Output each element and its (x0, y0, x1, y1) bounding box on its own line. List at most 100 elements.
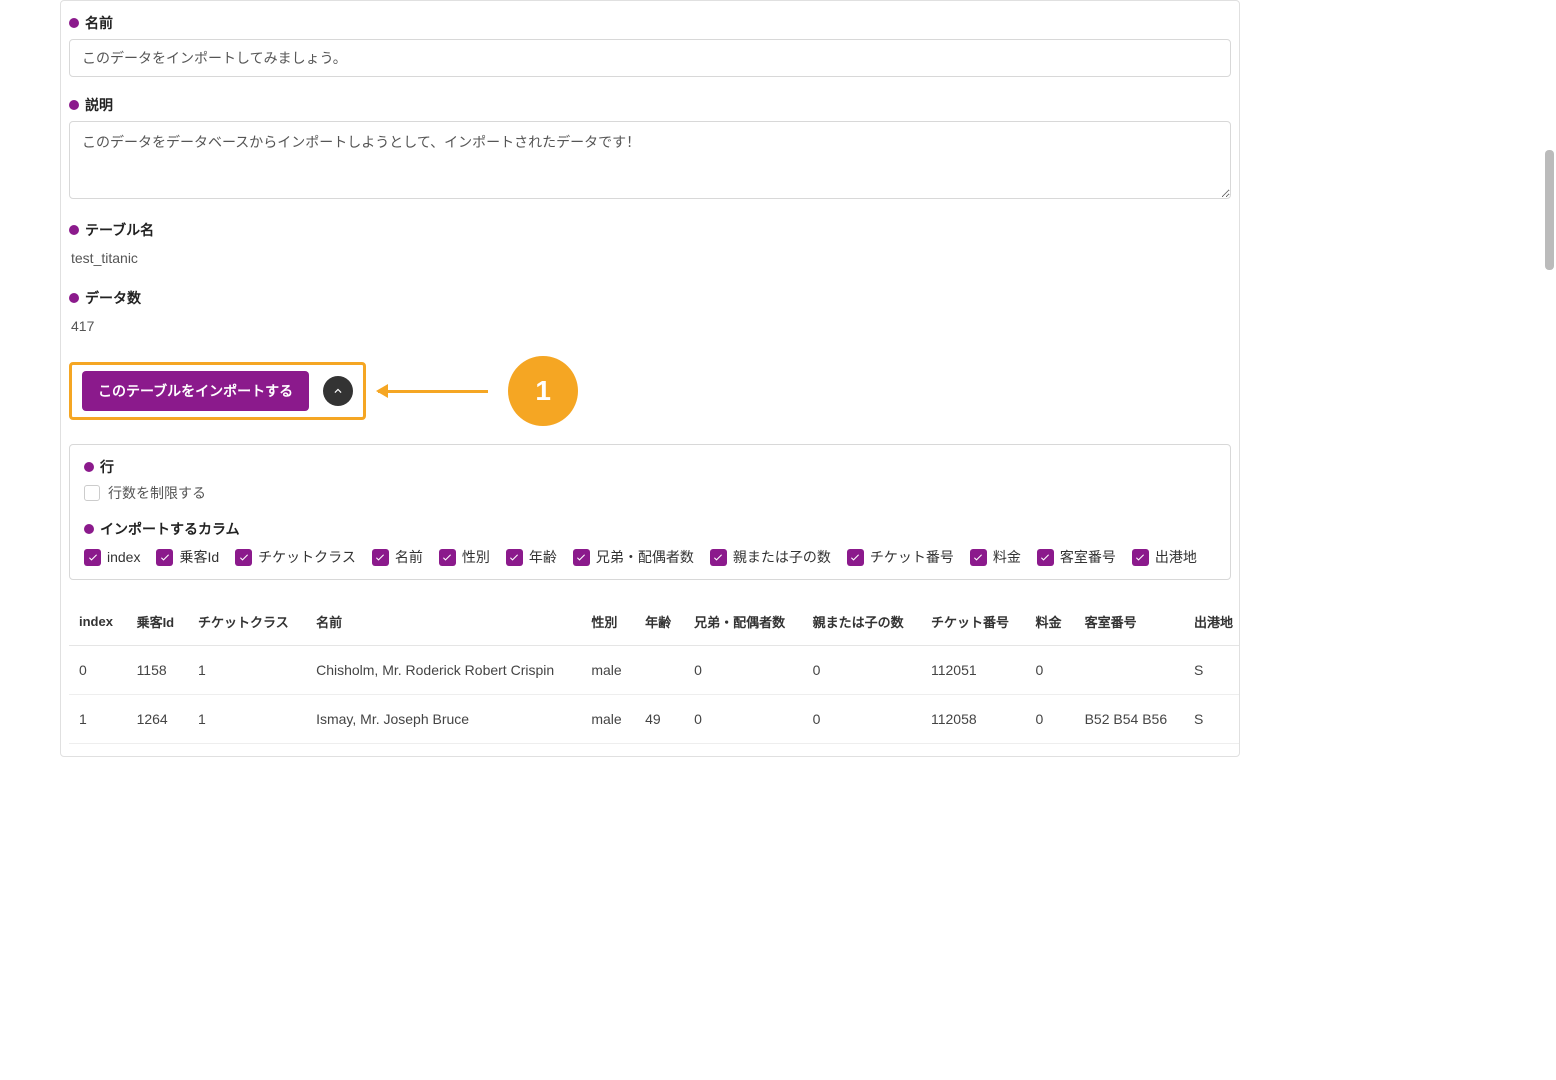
arrow-icon (378, 390, 488, 393)
checkbox-checked-icon (506, 549, 523, 566)
limit-rows-checkbox[interactable] (84, 485, 100, 501)
import-table-button[interactable]: このテーブルをインポートする (82, 371, 309, 411)
columns-label-text: インポートするカラム (100, 519, 240, 539)
annotation-callout: 1 (378, 356, 578, 426)
checkbox-checked-icon (710, 549, 727, 566)
datacount-label-text: データ数 (85, 288, 141, 308)
bullet-icon (69, 18, 79, 28)
column-name: 名前 (395, 547, 423, 567)
table-cell: 0 (803, 695, 921, 744)
table-cell: 1158 (127, 646, 188, 695)
table-cell: 0 (684, 646, 802, 695)
table-cell: 0 (1026, 695, 1075, 744)
table-row: 112641Ismay, Mr. Joseph Brucemale4900112… (69, 695, 1239, 744)
bullet-icon (84, 524, 94, 534)
checkbox-checked-icon (84, 549, 101, 566)
table-header: 出港地 (1184, 598, 1239, 646)
table-cell: S (1184, 695, 1239, 744)
bullet-icon (84, 462, 94, 472)
table-cell: male (581, 646, 635, 695)
table-cell: 0 (684, 695, 802, 744)
table-cell: 112058 (921, 695, 1026, 744)
table-cell: 1 (188, 646, 306, 695)
column-checkbox-item[interactable]: index (84, 547, 140, 567)
column-checkbox-item[interactable]: 性別 (439, 547, 490, 567)
table-cell: 0 (69, 646, 127, 695)
name-label-text: 名前 (85, 13, 113, 33)
checkbox-checked-icon (372, 549, 389, 566)
table-header: 年齢 (635, 598, 684, 646)
column-name: チケットクラス (258, 547, 356, 567)
column-name: 出港地 (1155, 547, 1197, 567)
column-checkbox-item[interactable]: チケットクラス (235, 547, 356, 567)
column-name: 客室番号 (1060, 547, 1116, 567)
table-cell: 0 (1026, 646, 1075, 695)
column-checkbox-item[interactable]: 年齢 (506, 547, 557, 567)
column-checkbox-item[interactable]: 料金 (970, 547, 1021, 567)
table-cell (1075, 646, 1184, 695)
table-cell: 0 (803, 646, 921, 695)
table-cell: 49 (635, 695, 684, 744)
column-name: 親または子の数 (733, 547, 831, 567)
table-cell: B52 B54 B56 (1075, 695, 1184, 744)
table-header: 兄弟・配偶者数 (684, 598, 802, 646)
column-checkbox-item[interactable]: チケット番号 (847, 547, 954, 567)
table-header: 親または子の数 (803, 598, 921, 646)
table-cell: male (581, 695, 635, 744)
table-cell: 1264 (127, 695, 188, 744)
bullet-icon (69, 293, 79, 303)
datacount-value: 417 (69, 314, 1231, 338)
import-highlight: このテーブルをインポートする (69, 362, 366, 420)
data-preview-table: index乗客Idチケットクラス名前性別年齢兄弟・配偶者数親または子の数チケット… (69, 598, 1239, 744)
checkbox-checked-icon (235, 549, 252, 566)
tablename-label-text: テーブル名 (85, 220, 154, 240)
column-name: 性別 (462, 547, 490, 567)
table-header: 客室番号 (1075, 598, 1184, 646)
table-cell: 1 (69, 695, 127, 744)
import-options-panel: 行 行数を制限する インポートするカラム index 乗客Id チケットクラス 名前 性… (69, 444, 1231, 580)
column-checkbox-item[interactable]: 出港地 (1132, 547, 1197, 567)
table-header: 料金 (1026, 598, 1075, 646)
column-checkbox-item[interactable]: 兄弟・配偶者数 (573, 547, 694, 567)
name-input[interactable] (69, 39, 1231, 77)
column-checkbox-item[interactable]: 乗客Id (156, 547, 219, 567)
name-label: 名前 (69, 13, 1231, 33)
column-name: 年齢 (529, 547, 557, 567)
table-header: チケット番号 (921, 598, 1026, 646)
table-cell: S (1184, 646, 1239, 695)
column-name: 料金 (993, 547, 1021, 567)
columns-label: インポートするカラム (84, 519, 1216, 539)
column-checkbox-item[interactable]: 客室番号 (1037, 547, 1116, 567)
annotation-number: 1 (508, 356, 578, 426)
rows-label-text: 行 (100, 457, 114, 477)
column-checkbox-item[interactable]: 名前 (372, 547, 423, 567)
description-label-text: 説明 (85, 95, 113, 115)
tablename-value: test_titanic (69, 246, 1231, 270)
table-header: 名前 (306, 598, 581, 646)
column-name: チケット番号 (870, 547, 954, 567)
table-header: index (69, 598, 127, 646)
column-checkbox-item[interactable]: 親または子の数 (710, 547, 831, 567)
table-cell: Ismay, Mr. Joseph Bruce (306, 695, 581, 744)
tablename-label: テーブル名 (69, 220, 1231, 240)
checkbox-checked-icon (573, 549, 590, 566)
description-textarea[interactable] (69, 121, 1231, 199)
checkbox-checked-icon (439, 549, 456, 566)
checkbox-checked-icon (1037, 549, 1054, 566)
chevron-up-icon (331, 384, 345, 398)
table-header: 性別 (581, 598, 635, 646)
description-label: 説明 (69, 95, 1231, 115)
limit-rows-label: 行数を制限する (108, 483, 206, 503)
table-header: 乗客Id (127, 598, 188, 646)
column-name: 乗客Id (179, 547, 219, 567)
table-cell: 112051 (921, 646, 1026, 695)
collapse-toggle-button[interactable] (323, 376, 353, 406)
table-cell: Chisholm, Mr. Roderick Robert Crispin (306, 646, 581, 695)
table-cell (635, 646, 684, 695)
checkbox-checked-icon (847, 549, 864, 566)
scrollbar-thumb[interactable] (1545, 150, 1554, 270)
column-name: index (107, 549, 140, 565)
bullet-icon (69, 225, 79, 235)
column-name: 兄弟・配偶者数 (596, 547, 694, 567)
checkbox-checked-icon (1132, 549, 1149, 566)
